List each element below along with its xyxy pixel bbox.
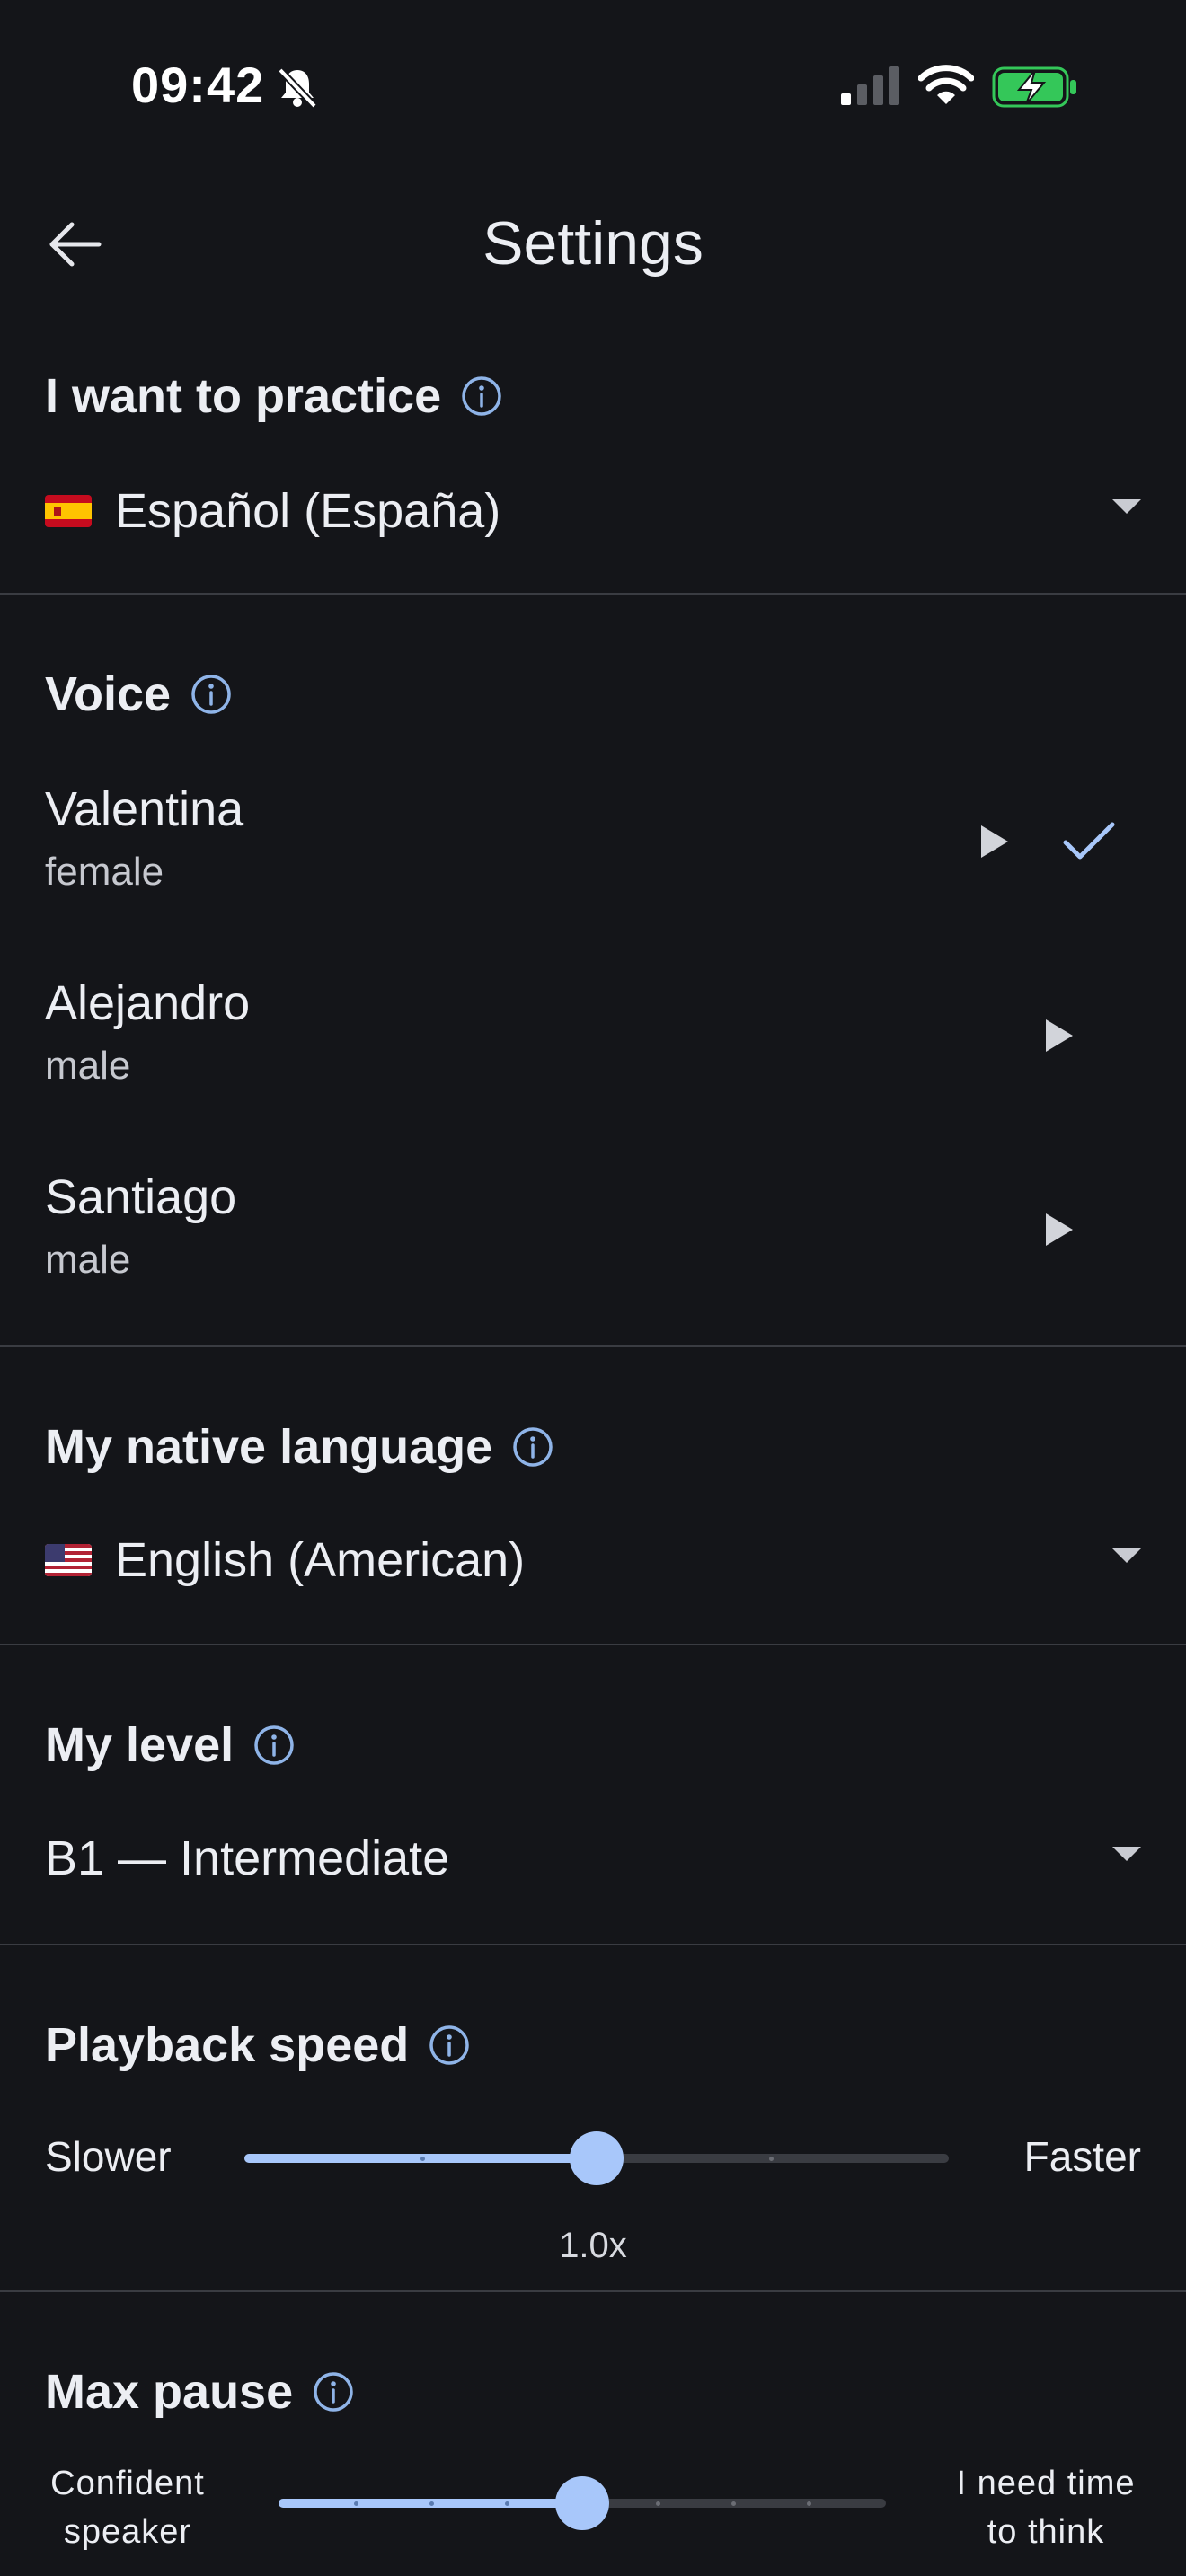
playback-value: 1.0x (559, 2226, 627, 2265)
max-pause-min-label: Confident speaker (36, 2459, 219, 2556)
info-icon[interactable] (461, 375, 502, 417)
dropdown-caret-icon (1112, 499, 1141, 514)
voice-option-alejandro[interactable]: Alejandro male (0, 966, 1186, 1110)
max-pause-max-label-line-2: to think (987, 2513, 1105, 2551)
info-icon[interactable] (313, 2371, 354, 2413)
voice-gender: female (45, 850, 164, 894)
info-icon[interactable] (429, 2025, 470, 2066)
page-title: Settings (482, 209, 704, 278)
practice-section-title: I want to practice (45, 368, 502, 424)
level-value: B1 — Intermediate (45, 1831, 450, 1885)
slider-thumb[interactable] (555, 2476, 609, 2530)
battery-charging-icon (992, 66, 1076, 108)
divider (0, 2290, 1186, 2292)
slider-tick (429, 2501, 434, 2506)
wifi-icon (918, 65, 974, 104)
info-icon[interactable] (253, 1725, 295, 1766)
divider (0, 593, 1186, 595)
max-pause-section-title: Max pause (45, 2364, 354, 2420)
spain-flag-icon (45, 495, 92, 527)
signal-icon (841, 66, 899, 105)
slider-tick (505, 2501, 509, 2506)
native-language-dropdown[interactable]: English (American) (45, 1520, 1141, 1601)
slider-thumb[interactable] (570, 2131, 624, 2185)
info-icon[interactable] (190, 674, 232, 715)
playback-min-label: Slower (45, 2133, 172, 2180)
playback-title: Playback speed (45, 2018, 410, 2072)
playback-max-label: Faster (1023, 2133, 1141, 2180)
native-title: My native language (45, 1420, 493, 1474)
info-icon[interactable] (512, 1426, 553, 1468)
slider-tick (656, 2501, 660, 2506)
voice-option-santiago[interactable]: Santiago male (0, 1160, 1186, 1304)
voice-name: Santiago (45, 1170, 237, 1224)
level-dropdown[interactable]: B1 — Intermediate (45, 1818, 1141, 1899)
slider-tick (420, 2156, 425, 2161)
voice-option-valentina[interactable]: Valentina female (0, 772, 1186, 916)
slider-tick (769, 2156, 774, 2161)
voice-name: Alejandro (45, 976, 251, 1030)
practice-language-value: Español (España) (115, 484, 501, 538)
max-pause-min-label-line-2: speaker (63, 2513, 192, 2551)
playback-section-title: Playback speed (45, 2017, 470, 2073)
dropdown-caret-icon (1112, 1548, 1141, 1563)
practice-title: I want to practice (45, 369, 442, 423)
bell-slash-icon (278, 67, 317, 109)
voice-title: Voice (45, 667, 172, 721)
playback-speed-slider[interactable] (244, 2131, 949, 2185)
dropdown-caret-icon (1112, 1847, 1141, 1861)
voice-gender: male (45, 1238, 131, 1282)
play-icon[interactable] (1046, 1019, 1073, 1052)
status-time: 09:42 (131, 57, 265, 113)
voice-gender: male (45, 1044, 131, 1088)
divider (0, 1644, 1186, 1645)
max-pause-max-label: I need time to think (934, 2459, 1157, 2556)
play-icon[interactable] (1046, 1213, 1073, 1246)
play-icon[interactable] (981, 825, 1008, 858)
native-section-title: My native language (45, 1419, 553, 1475)
max-pause-slider[interactable] (279, 2476, 886, 2530)
divider (0, 1944, 1186, 1945)
voice-section-title: Voice (45, 666, 232, 722)
slider-tick (731, 2501, 736, 2506)
slider-tick (354, 2501, 358, 2506)
divider (0, 1345, 1186, 1347)
voice-name: Valentina (45, 782, 244, 836)
max-pause-max-label-line-1: I need time (956, 2465, 1136, 2502)
max-pause-title: Max pause (45, 2365, 294, 2419)
practice-language-dropdown[interactable]: Español (España) (45, 471, 1141, 551)
max-pause-min-label-line-1: Confident (50, 2465, 205, 2502)
level-section-title: My level (45, 1717, 295, 1773)
level-title: My level (45, 1718, 235, 1772)
native-language-value: English (American) (115, 1533, 526, 1587)
slider-tick (807, 2501, 811, 2506)
us-flag-icon (45, 1544, 92, 1576)
checkmark-icon (1063, 822, 1115, 860)
